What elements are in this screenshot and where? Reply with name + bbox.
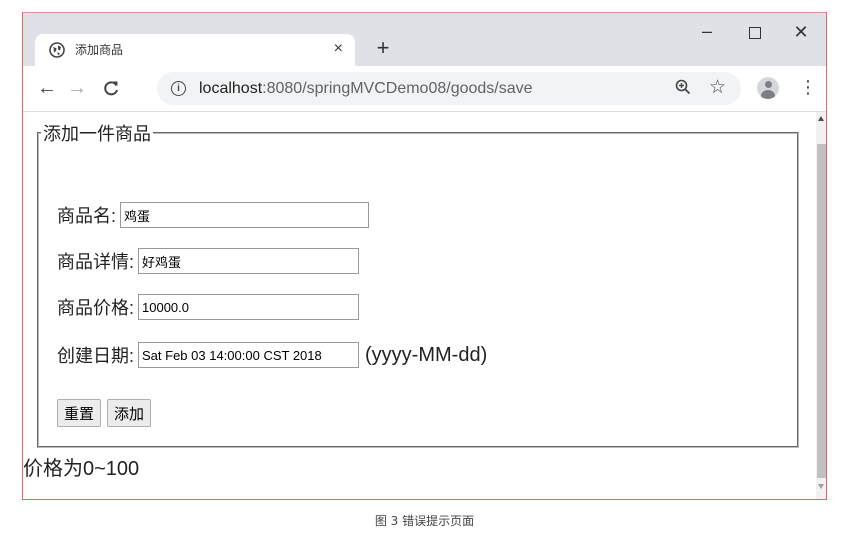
scroll-thumb[interactable] xyxy=(817,144,826,478)
figure-caption: 图 3 错误提示页面 xyxy=(374,514,475,528)
url-path: :8080/springMVCDemo08/goods/save xyxy=(262,80,533,97)
reload-icon[interactable] xyxy=(99,76,123,100)
url-host: localhost xyxy=(199,80,263,97)
browser-toolbar: ← → i localhost:8080/springMVCDemo08/goo… xyxy=(23,66,826,112)
fieldset-legend: 添加一件商品 xyxy=(43,124,151,144)
browser-window: 添加商品 × + – ✕ ← → i localhost:8080/spring… xyxy=(22,12,827,500)
back-arrow-icon[interactable]: ← xyxy=(35,76,59,100)
minimize-button[interactable]: – xyxy=(691,21,723,45)
scroll-down-arrow-icon[interactable] xyxy=(818,484,824,489)
info-icon[interactable]: i xyxy=(171,81,186,96)
name-label: 商品名: xyxy=(57,206,117,226)
detail-row: 商品详情: xyxy=(57,246,360,276)
detail-label: 商品详情: xyxy=(57,252,135,272)
url-text[interactable]: localhost:8080/springMVCDemo08/goods/sav… xyxy=(199,79,533,99)
title-bar: 添加商品 × + – ✕ xyxy=(23,13,826,66)
date-label: 创建日期: xyxy=(57,346,135,366)
reload-icon-svg xyxy=(104,81,118,96)
maximize-icon xyxy=(749,27,761,39)
price-input[interactable] xyxy=(138,294,360,320)
tab-close-icon[interactable]: × xyxy=(334,39,343,59)
new-tab-button[interactable]: + xyxy=(371,35,395,61)
date-input[interactable] xyxy=(138,342,360,368)
name-row: 商品名: xyxy=(57,200,370,230)
avatar-icon[interactable] xyxy=(757,77,779,99)
address-bar[interactable]: i localhost:8080/springMVCDemo08/goods/s… xyxy=(157,72,741,105)
error-message: 价格为0~100 xyxy=(23,458,140,480)
star-icon[interactable]: ☆ xyxy=(709,76,726,99)
date-row: 创建日期: (yyyy-MM-dd) xyxy=(57,340,487,370)
maximize-button[interactable] xyxy=(739,21,771,45)
date-format-hint: (yyyy-MM-dd) xyxy=(365,343,488,366)
tab-title: 添加商品 xyxy=(75,43,124,57)
close-window-button[interactable]: ✕ xyxy=(785,21,817,45)
scroll-up-arrow-icon[interactable] xyxy=(818,116,824,121)
detail-input[interactable] xyxy=(138,248,360,274)
goods-fieldset: 添加一件商品 商品名: 商品详情: 商品价格: 创建日期: (yyyy-MM-d… xyxy=(37,120,799,448)
submit-button[interactable]: 添加 xyxy=(107,399,152,427)
price-label: 商品价格: xyxy=(57,298,135,318)
page-content: 添加一件商品 商品名: 商品详情: 商品价格: 创建日期: (yyyy-MM-d… xyxy=(23,112,816,499)
price-row: 商品价格: xyxy=(57,292,360,322)
menu-icon[interactable]: ⋮ xyxy=(799,75,817,99)
browser-tab[interactable]: 添加商品 × xyxy=(35,34,355,66)
forward-arrow-icon[interactable]: → xyxy=(65,76,89,100)
form-buttons: 重置 添加 xyxy=(57,399,152,427)
name-input[interactable] xyxy=(120,202,370,228)
reset-button[interactable]: 重置 xyxy=(57,399,102,427)
chrome-globe-icon xyxy=(49,42,65,58)
vertical-scrollbar[interactable] xyxy=(816,112,826,499)
zoom-icon[interactable] xyxy=(675,78,691,101)
zoom-icon-svg xyxy=(675,79,691,95)
